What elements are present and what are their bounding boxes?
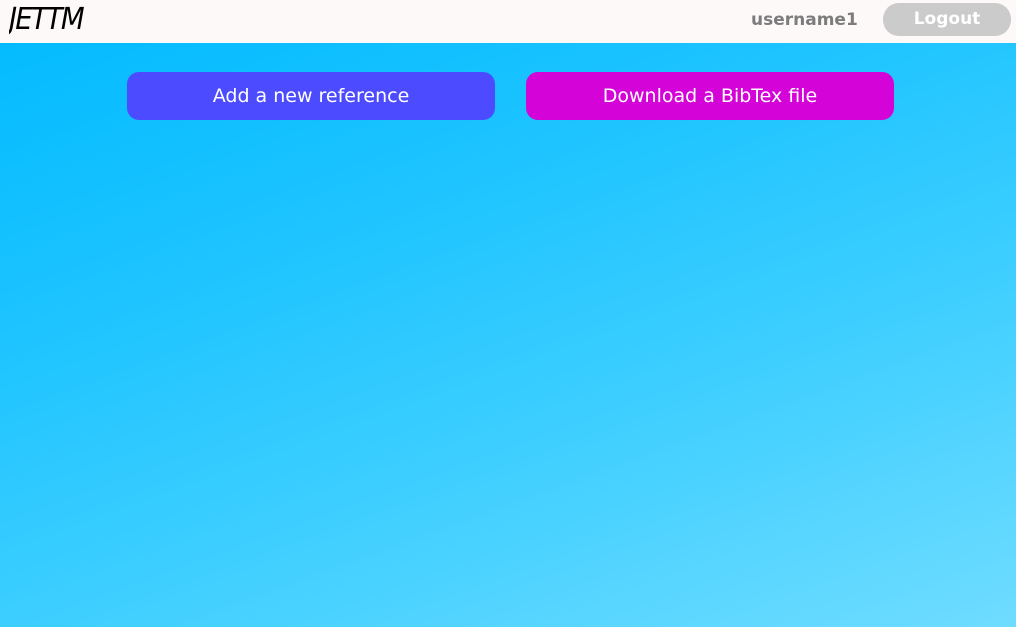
- add-reference-button[interactable]: Add a new reference: [127, 72, 495, 120]
- username-label: username1: [751, 10, 858, 30]
- logout-button[interactable]: Logout: [883, 3, 1011, 36]
- top-navbar: JETTM username1 Logout: [0, 0, 1016, 43]
- logo-text: JETTM: [9, 2, 85, 37]
- app-logo[interactable]: JETTM: [9, 2, 90, 40]
- download-bibtex-button[interactable]: Download a BibTex file: [526, 72, 894, 120]
